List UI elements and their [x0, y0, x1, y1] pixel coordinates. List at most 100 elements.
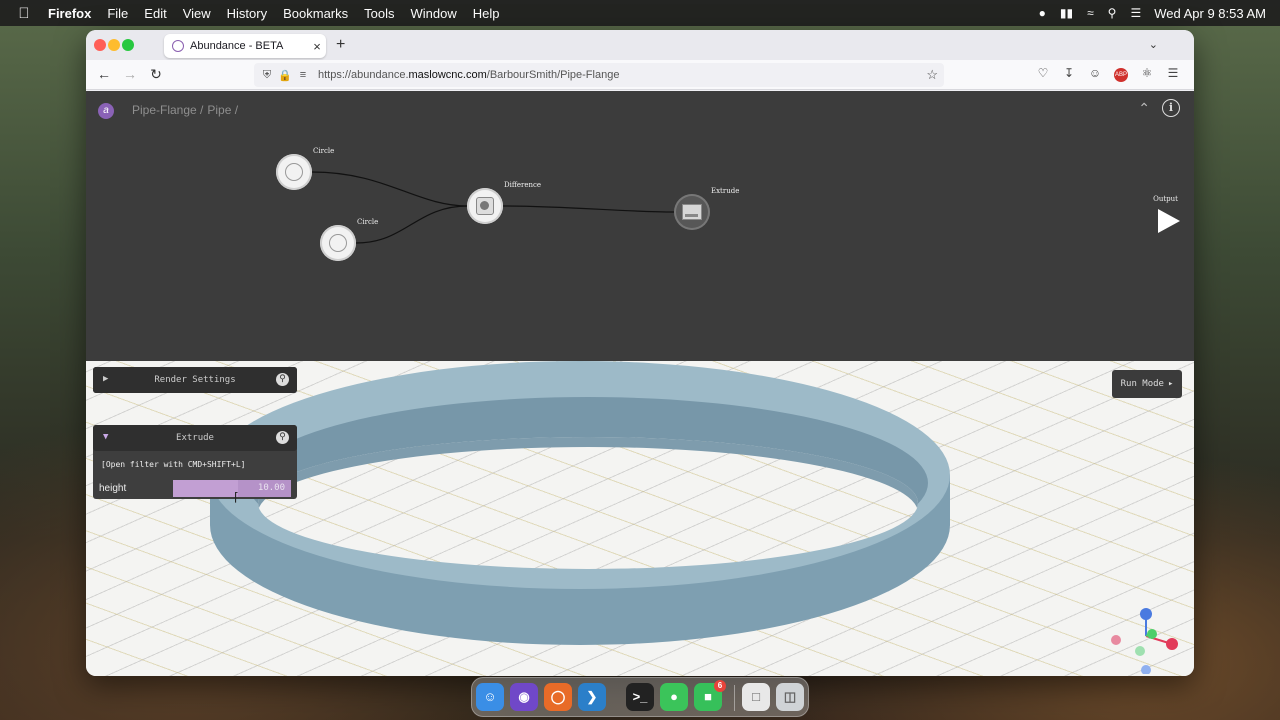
search-icon[interactable]: ⚲	[276, 373, 289, 386]
menu-view[interactable]: View	[175, 6, 219, 21]
wifi-icon[interactable]: ≈	[1080, 6, 1101, 20]
adblock-icon[interactable]: ABP	[1114, 68, 1128, 82]
render-settings-header[interactable]: ▶ Render Settings ⚲	[93, 367, 297, 393]
extensions-icon[interactable]: ⚛	[1134, 66, 1160, 84]
circle-icon	[329, 234, 347, 252]
record-icon[interactable]: ●	[1032, 6, 1053, 20]
github-desktop-icon[interactable]: ◉	[510, 683, 538, 711]
menu-tools[interactable]: Tools	[356, 6, 402, 21]
zoom-window-button[interactable]	[122, 39, 134, 51]
dock-separator	[734, 685, 735, 711]
menu-bookmarks[interactable]: Bookmarks	[275, 6, 356, 21]
new-tab-icon[interactable]: +	[336, 36, 345, 54]
menu-window[interactable]: Window	[403, 6, 465, 21]
toolbar-icons: ♡ ↧ ☺ ABP ⚛ ☰	[1030, 66, 1186, 84]
shield-icon[interactable]: ⛨	[258, 69, 276, 82]
run-mode-label: Run Mode	[1120, 379, 1164, 389]
battery-icon[interactable]: ▮▮	[1053, 6, 1080, 20]
extrude-panel-header[interactable]: ▼ Extrude ⚲	[93, 425, 297, 451]
difference-node-label: Difference	[504, 181, 542, 189]
menu-file[interactable]: File	[99, 6, 136, 21]
nav-bar: ← → ↻ ⛨ 🔒 ≡ https://abundance.maslowcnc.…	[86, 60, 1194, 90]
circle-node-2[interactable]	[320, 225, 356, 261]
extrude-panel: ▼ Extrude ⚲ [Open filter with CMD+SHIFT+…	[93, 425, 297, 499]
finder-icon[interactable]: ☺	[476, 683, 504, 711]
list-tabs-icon[interactable]: ⌄	[1149, 38, 1158, 51]
connector-circle1-difference	[311, 171, 469, 207]
browser-window: Abundance - BETA × + ⌄ ← → ↻ ⛨ 🔒 ≡ https…	[86, 30, 1194, 676]
search-icon[interactable]: ⚲	[276, 431, 289, 444]
extrude-icon	[682, 204, 702, 220]
neg-z-axis-handle	[1141, 665, 1151, 674]
lock-icon[interactable]: 🔒	[276, 69, 294, 82]
flow-graph[interactable]: a Pipe-Flange / Pipe / ⌃ i Circle Circle…	[86, 91, 1194, 361]
3d-viewport[interactable]: ▶ Render Settings ⚲ ▼ Extrude ⚲ [Open fi…	[86, 361, 1194, 676]
dock: ☺ ◉ ◯ ❯ >_ ● ■ 6 □ ◫	[471, 677, 809, 717]
back-icon[interactable]: ←	[94, 66, 114, 82]
height-value[interactable]: 10.00	[258, 483, 285, 493]
close-tab-icon[interactable]: ×	[308, 39, 326, 54]
output-node-label: Output	[1153, 195, 1178, 203]
difference-node[interactable]	[467, 188, 503, 224]
url-bar[interactable]: ⛨ 🔒 ≡ https://abundance.maslowcnc.com/Ba…	[254, 63, 944, 87]
browser-tab[interactable]: Abundance - BETA ×	[164, 34, 326, 58]
permissions-icon[interactable]: ≡	[294, 69, 312, 81]
menubar-clock[interactable]: Wed Apr 9 8:53 AM	[1148, 6, 1280, 21]
ring-hole	[258, 437, 918, 569]
height-row: height 10.00	[93, 477, 297, 501]
trash-icon[interactable]: ◫	[776, 683, 804, 711]
url-host: maslowcnc.com	[408, 69, 487, 81]
firefox-icon[interactable]: ◯	[544, 683, 572, 711]
filter-hint: [Open filter with CMD+SHIFT+L]	[101, 460, 246, 469]
menubar:  Firefox File Edit View History Bookmar…	[0, 0, 1280, 26]
menu-edit[interactable]: Edit	[136, 6, 174, 21]
url-prefix: https://abundance.	[318, 69, 409, 81]
difference-icon	[476, 197, 494, 215]
notification-badge: 6	[714, 680, 726, 692]
tab-bar: Abundance - BETA × + ⌄	[86, 30, 1194, 60]
menu-hamburger-icon[interactable]: ☰	[1160, 66, 1186, 84]
circle-node-1-label: Circle	[313, 147, 335, 155]
downloads-icon[interactable]: ↧	[1056, 66, 1082, 84]
tab-title: Abundance - BETA	[190, 40, 284, 52]
connectors	[311, 171, 675, 244]
height-slider-fill	[173, 480, 238, 497]
y-axis-handle	[1147, 629, 1157, 639]
menu-history[interactable]: History	[219, 6, 275, 21]
extrude-node-label: Extrude	[711, 187, 740, 195]
abundance-favicon-icon	[172, 40, 184, 52]
circle-node-1[interactable]	[276, 154, 312, 190]
facetime-icon[interactable]: ■ 6	[694, 680, 726, 711]
render-settings-panel: ▶ Render Settings ⚲	[93, 367, 297, 393]
control-center-icon[interactable]: ☰	[1123, 6, 1148, 20]
extrude-node[interactable]	[674, 194, 710, 230]
bookmark-star-icon[interactable]: ☆	[926, 67, 938, 83]
play-small-icon: ▸	[1167, 379, 1174, 389]
url-text[interactable]: https://abundance.maslowcnc.com/BarbourS…	[318, 69, 619, 81]
pocket-icon[interactable]: ♡	[1030, 66, 1056, 84]
z-axis-handle	[1140, 608, 1152, 620]
run-mode-button[interactable]: Run Mode ▸	[1112, 370, 1182, 398]
search-icon[interactable]: ⚲	[1101, 6, 1124, 20]
menu-app-name[interactable]: Firefox	[40, 6, 99, 21]
reload-icon[interactable]: ↻	[146, 66, 166, 83]
vscode-icon[interactable]: ❯	[578, 683, 606, 711]
output-play-icon[interactable]	[1158, 209, 1180, 233]
abundance-app: a Pipe-Flange / Pipe / ⌃ i Circle Circle…	[86, 91, 1194, 676]
circle-node-2-label: Circle	[357, 218, 379, 226]
neg-x-axis-handle	[1111, 635, 1121, 645]
height-slider[interactable]: 10.00	[173, 480, 291, 497]
close-window-button[interactable]	[94, 39, 106, 51]
menu-help[interactable]: Help	[465, 6, 508, 21]
axis-gizmo[interactable]	[1102, 604, 1182, 674]
document-icon[interactable]: □	[742, 683, 770, 711]
render-settings-title: Render Settings	[154, 375, 236, 385]
terminal-icon[interactable]: >_	[626, 683, 654, 711]
minimize-window-button[interactable]	[108, 39, 120, 51]
account-icon[interactable]: ☺	[1082, 66, 1108, 84]
height-label: height	[99, 483, 127, 494]
forward-icon[interactable]: →	[120, 66, 140, 82]
messages-icon[interactable]: ●	[660, 683, 688, 711]
extrude-panel-title: Extrude	[176, 433, 214, 443]
apple-icon[interactable]: 	[0, 5, 40, 22]
